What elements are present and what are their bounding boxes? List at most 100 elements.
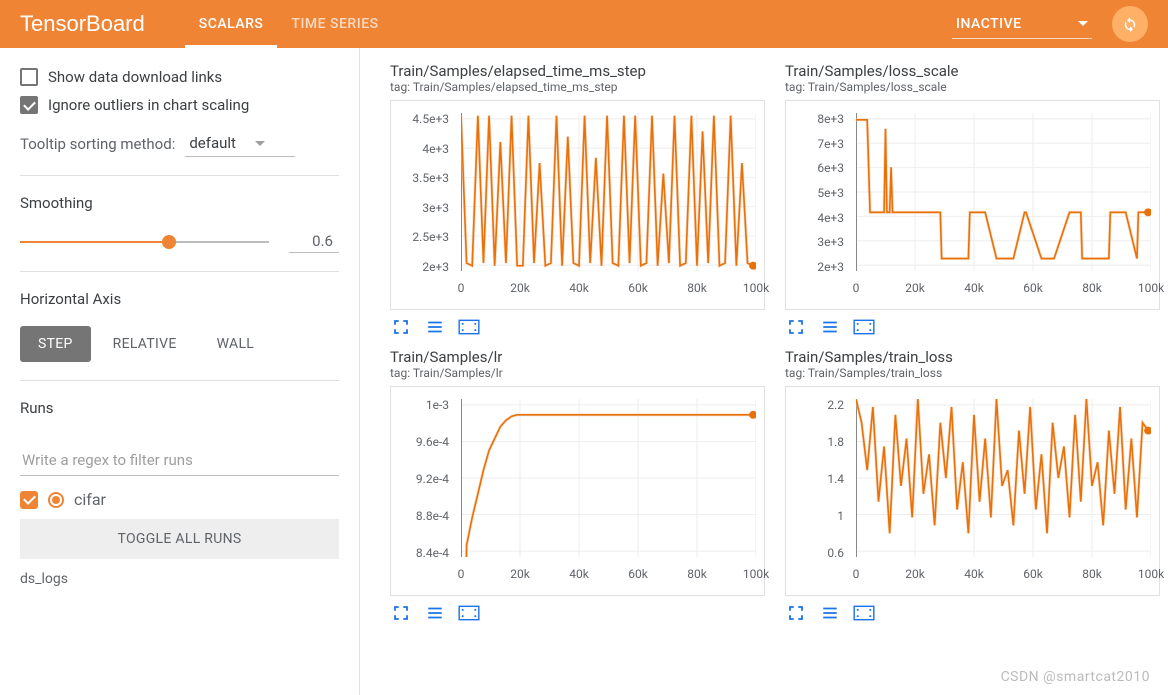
chart-card: Train/Samples/elapsed_time_ms_step tag: …	[390, 62, 765, 340]
y-tick: 3e+3	[422, 201, 449, 215]
app-header: TensorBoard SCALARS TIME SERIES INACTIVE	[0, 0, 1168, 48]
watermark: CSDN @smartcat2010	[1001, 669, 1150, 685]
haxis-label: Horizontal Axis	[20, 290, 339, 308]
x-tick: 40k	[569, 281, 589, 295]
fit-domain-icon[interactable]	[853, 318, 875, 336]
expand-icon[interactable]	[785, 604, 807, 622]
tab-time-series[interactable]: TIME SERIES	[277, 0, 392, 48]
y-tick: 2e+3	[422, 260, 449, 274]
y-tick: 1.4	[827, 472, 844, 486]
chart-plot[interactable]: 2.21.81.410.6 020k40k60k80k100k	[785, 386, 1160, 596]
label-ignore-outliers: Ignore outliers in chart scaling	[48, 96, 249, 114]
y-tick: 6e+3	[817, 161, 844, 175]
label-show-download: Show data download links	[48, 68, 222, 86]
y-tick: 3e+3	[817, 235, 844, 249]
y-tick: 8.8e-4	[416, 509, 449, 523]
x-tick: 60k	[628, 567, 648, 581]
plugins-select[interactable]: INACTIVE	[952, 10, 1092, 39]
x-tick: 100k	[743, 281, 769, 295]
y-tick: 3.5e+3	[412, 171, 449, 185]
run-checkbox[interactable]	[20, 491, 38, 509]
lines-icon[interactable]	[424, 318, 446, 336]
x-axis: 020k40k60k80k100k	[461, 281, 756, 299]
fit-domain-icon[interactable]	[458, 318, 480, 336]
tooltip-sort-value: default	[189, 134, 236, 152]
fit-domain-icon[interactable]	[853, 604, 875, 622]
runs-filter-input[interactable]	[20, 445, 339, 476]
x-tick: 60k	[628, 281, 648, 295]
x-axis: 020k40k60k80k100k	[856, 281, 1151, 299]
x-tick: 60k	[1023, 281, 1043, 295]
y-tick: 1.8	[827, 435, 844, 449]
smoothing-slider[interactable]	[20, 241, 269, 243]
x-tick: 20k	[905, 567, 925, 581]
x-tick: 100k	[1138, 567, 1164, 581]
haxis-step-button[interactable]: STEP	[20, 326, 91, 362]
y-tick: 9.6e-4	[416, 435, 449, 449]
app-logo: TensorBoard	[20, 11, 145, 37]
x-tick: 0	[458, 567, 465, 581]
chevron-down-icon	[1078, 21, 1088, 26]
chart-card: Train/Samples/train_loss tag: Train/Samp…	[785, 348, 1160, 626]
y-tick: 4.5e+3	[412, 112, 449, 126]
chart-plot[interactable]: 8e+37e+36e+35e+34e+33e+32e+3 020k40k60k8…	[785, 100, 1160, 310]
run-radio[interactable]	[48, 492, 64, 508]
x-tick: 80k	[1082, 281, 1102, 295]
chart-tag: tag: Train/Samples/loss_scale	[785, 80, 1160, 94]
y-tick: 4e+3	[422, 142, 449, 156]
x-tick: 60k	[1023, 567, 1043, 581]
x-axis: 020k40k60k80k100k	[856, 567, 1151, 585]
y-axis: 8e+37e+36e+35e+34e+33e+32e+3	[786, 113, 850, 271]
run-row[interactable]: cifar	[20, 490, 339, 509]
slider-thumb[interactable]	[162, 235, 176, 249]
chart-card: Train/Samples/loss_scale tag: Train/Samp…	[785, 62, 1160, 340]
checkbox-ignore-outliers[interactable]	[20, 96, 38, 114]
tooltip-sort-select[interactable]: default	[185, 130, 295, 157]
x-tick: 20k	[510, 281, 530, 295]
y-tick: 8e+3	[817, 112, 844, 126]
y-tick: 2.5e+3	[412, 230, 449, 244]
toggle-all-runs-button[interactable]: TOGGLE ALL RUNS	[20, 519, 339, 559]
y-tick: 7e+3	[817, 137, 844, 151]
smoothing-value[interactable]: 0.6	[289, 230, 339, 253]
chart-plot[interactable]: 4.5e+3 4e+3 3.5e+3 3e+3 2.5e+3 2e+3 0 20k 40k 60…	[390, 100, 765, 310]
refresh-icon	[1121, 15, 1139, 33]
y-tick: 4e+3	[817, 211, 844, 225]
chart-tag: tag: Train/Samples/elapsed_time_ms_step	[390, 80, 765, 94]
y-tick: 1	[837, 509, 844, 523]
y-tick: 5e+3	[817, 186, 844, 200]
sidebar: Show data download links Ignore outliers…	[0, 48, 360, 695]
expand-icon[interactable]	[390, 604, 412, 622]
y-tick: 1e-3	[426, 398, 449, 412]
chart-tag: tag: Train/Samples/lr	[390, 366, 765, 380]
settings-button[interactable]	[1112, 6, 1148, 42]
tab-scalars[interactable]: SCALARS	[185, 0, 278, 48]
x-tick: 80k	[687, 567, 707, 581]
x-tick: 80k	[687, 281, 707, 295]
chart-plot[interactable]: 1e-39.6e-49.2e-48.8e-48.4e-4 020k40k60k8…	[390, 386, 765, 596]
x-tick: 40k	[964, 281, 984, 295]
checkbox-show-download[interactable]	[20, 68, 38, 86]
y-axis: 1e-3 9.6e-4 9.2e-4 8.8e-4 8.4e-4	[391, 399, 455, 557]
y-tick: 9.2e-4	[416, 472, 449, 486]
y-axis: 4.5e+3 4e+3 3.5e+3 3e+3 2.5e+3 2e+3	[391, 113, 455, 271]
y-tick: 2.2	[827, 398, 844, 412]
header-tabs: SCALARS TIME SERIES	[185, 0, 393, 48]
fit-domain-icon[interactable]	[458, 604, 480, 622]
expand-icon[interactable]	[390, 318, 412, 336]
haxis-wall-button[interactable]: WALL	[199, 326, 273, 362]
haxis-relative-button[interactable]: RELATIVE	[95, 326, 195, 362]
lines-icon[interactable]	[819, 318, 841, 336]
smoothing-label: Smoothing	[20, 194, 339, 212]
x-axis: 020k40k60k80k100k	[461, 567, 756, 585]
y-tick: 0.6	[827, 546, 844, 560]
x-tick: 20k	[510, 567, 530, 581]
x-tick: 0	[853, 567, 860, 581]
lines-icon[interactable]	[819, 604, 841, 622]
x-tick: 0	[458, 281, 465, 295]
expand-icon[interactable]	[785, 318, 807, 336]
chevron-down-icon	[255, 141, 265, 146]
lines-icon[interactable]	[424, 604, 446, 622]
y-axis: 2.2 1.8 1.4 1 0.6	[786, 399, 850, 557]
y-tick: 8.4e-4	[416, 546, 449, 560]
